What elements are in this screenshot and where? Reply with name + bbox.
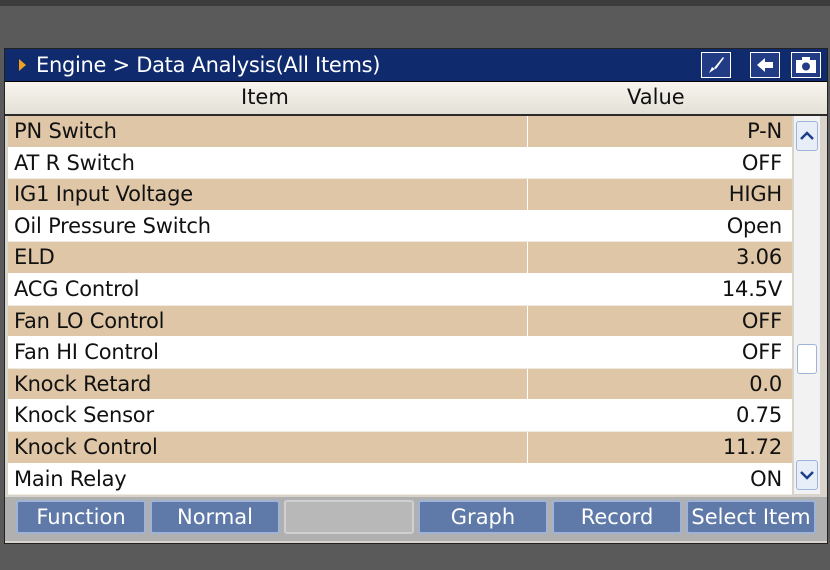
item-name: PN Switch	[14, 119, 117, 143]
item-value: 0.0	[749, 371, 782, 396]
footer-toolbar: Function Normal Graph Record Select Item	[5, 497, 827, 541]
table-row[interactable]: Knock Sensor 0.75	[8, 400, 792, 432]
item-name: Fan HI Control	[14, 340, 159, 365]
scroll-up-button[interactable]	[796, 121, 818, 151]
item-value: 14.5V	[721, 276, 782, 301]
record-button[interactable]: Record	[552, 500, 682, 534]
breadcrumb-title: Engine > Data Analysis(All Items)	[36, 53, 381, 77]
table-row[interactable]: AT R Switch OFF	[8, 147, 792, 180]
item-name: IG1 Input Voltage	[14, 182, 193, 207]
item-name: Knock Sensor	[14, 403, 154, 428]
value-column-header: Value	[627, 85, 685, 109]
select-item-button[interactable]: Select Item	[686, 500, 816, 534]
item-name: Fan LO Control	[14, 308, 165, 333]
item-column-header: Item	[241, 85, 289, 109]
table-row[interactable]: ACG Control 14.5V	[8, 273, 792, 306]
item-name: Knock Retard	[14, 371, 152, 396]
column-divider	[527, 242, 528, 273]
item-value: HIGH	[728, 182, 782, 207]
table-row[interactable]: Knock Control 11.72	[8, 431, 792, 464]
table-row[interactable]: IG1 Input Voltage HIGH	[8, 179, 792, 211]
table-row[interactable]: Knock Retard 0.0	[8, 368, 792, 401]
item-name: Knock Control	[14, 434, 158, 459]
item-value: OFF	[741, 150, 782, 175]
item-value: 0.75	[736, 403, 782, 428]
title-bar: Engine > Data Analysis(All Items)	[5, 49, 827, 82]
brush-button[interactable]	[701, 52, 731, 78]
item-value: 3.06	[736, 245, 782, 270]
table-row[interactable]: Fan LO Control OFF	[8, 305, 792, 338]
scroll-down-button[interactable]	[796, 460, 818, 490]
brush-icon	[709, 57, 724, 73]
column-divider	[527, 400, 528, 431]
item-name: ELD	[14, 245, 55, 270]
item-value: P-N	[747, 119, 782, 143]
column-divider	[527, 463, 528, 495]
function-button[interactable]: Function	[16, 500, 146, 534]
blank-button[interactable]	[284, 500, 414, 534]
screenshot-button[interactable]	[791, 52, 821, 78]
table-row[interactable]: Main Relay ON	[8, 463, 792, 496]
item-name: ACG Control	[14, 276, 140, 301]
vertical-scrollbar[interactable]	[794, 116, 820, 494]
item-name: AT R Switch	[14, 150, 135, 175]
normal-button[interactable]: Normal	[150, 500, 280, 534]
item-value: OFF	[741, 340, 782, 365]
graph-button[interactable]: Graph	[418, 500, 548, 534]
table-header: Item Value	[5, 82, 827, 116]
column-divider	[527, 305, 528, 337]
item-value: Open	[726, 213, 782, 238]
column-divider	[527, 147, 528, 179]
column-divider	[527, 210, 528, 242]
column-divider	[527, 337, 528, 368]
column-divider	[527, 179, 528, 210]
item-value: ON	[750, 466, 782, 491]
camera-icon	[796, 57, 816, 73]
title-arrow-icon	[19, 59, 26, 71]
item-name: Main Relay	[14, 466, 127, 491]
item-value: 11.72	[722, 434, 782, 459]
back-arrow-icon	[757, 58, 773, 72]
table-row[interactable]: Oil Pressure Switch Open	[8, 210, 792, 243]
scroll-thumb[interactable]	[797, 344, 817, 374]
item-name: Oil Pressure Switch	[14, 213, 211, 238]
column-divider	[527, 273, 528, 305]
chevron-down-icon	[800, 471, 814, 480]
item-value: OFF	[741, 308, 782, 333]
chevron-up-icon	[800, 131, 814, 140]
table-row[interactable]: PN Switch P-N	[8, 116, 792, 148]
table-row[interactable]: Fan HI Control OFF	[8, 337, 792, 369]
column-divider	[527, 116, 528, 147]
column-divider	[527, 431, 528, 463]
top-strip	[0, 0, 830, 6]
back-button[interactable]	[750, 52, 780, 78]
data-analysis-panel: Engine > Data Analysis(All Items) Item V…	[4, 48, 828, 544]
data-table: PN Switch P-N AT R Switch OFF IG1 Input Vo…	[8, 116, 792, 496]
table-row[interactable]: ELD 3.06	[8, 242, 792, 274]
column-divider	[527, 368, 528, 400]
